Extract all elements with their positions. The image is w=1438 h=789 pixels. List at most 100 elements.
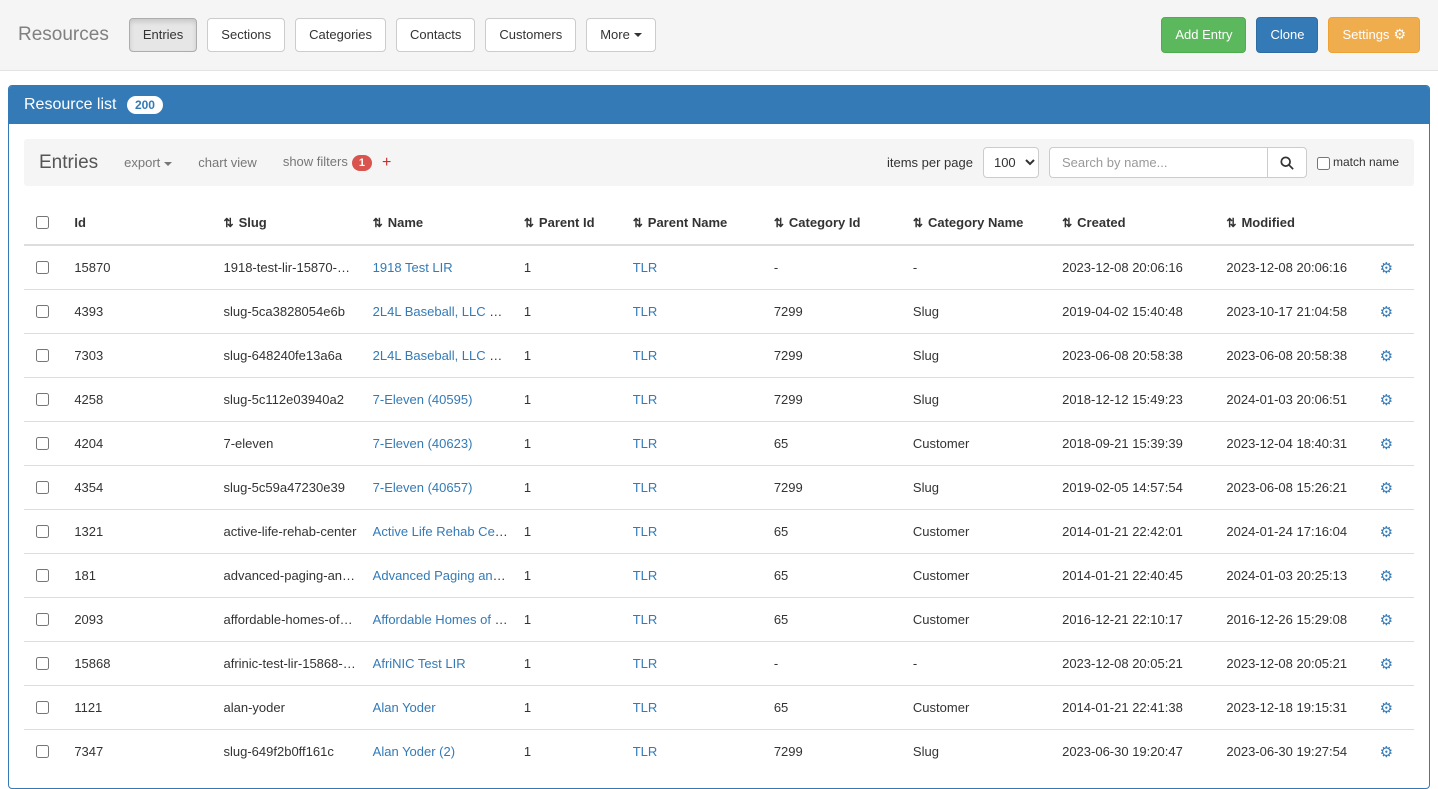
parent-name-link[interactable]: TLR	[633, 436, 658, 451]
column-label: Name	[388, 215, 423, 230]
parent-name-link[interactable]: TLR	[633, 656, 658, 671]
add-entry-button[interactable]: Add Entry	[1161, 17, 1246, 53]
name-link[interactable]: Active Life Rehab Center	[373, 524, 516, 539]
cell-parent-name: TLR	[625, 290, 766, 334]
parent-name-link[interactable]: TLR	[633, 480, 658, 495]
nav-button-entries[interactable]: Entries	[129, 18, 197, 52]
items-per-page-select[interactable]: 100	[983, 147, 1039, 178]
parent-name-link[interactable]: TLR	[633, 700, 658, 715]
name-link[interactable]: 2L4L Baseball, LLC U...	[373, 304, 510, 319]
name-link[interactable]: Affordable Homes of S...	[373, 612, 514, 627]
show-filters-link[interactable]: show filters1	[283, 154, 372, 171]
name-link[interactable]: 7-Eleven (40623)	[373, 436, 473, 451]
cell-slug: slug-5ca3828054e6b	[216, 290, 365, 334]
nav-button-sections[interactable]: Sections	[207, 18, 285, 52]
column-header-category-name[interactable]: ⇅Category Name	[905, 201, 1054, 245]
select-all-checkbox[interactable]	[36, 216, 49, 229]
row-checkbox[interactable]	[36, 305, 49, 318]
row-settings-gear-icon[interactable]: ⚙	[1380, 744, 1393, 761]
name-link[interactable]: Advanced Paging and ...	[373, 568, 515, 583]
row-checkbox[interactable]	[36, 569, 49, 582]
sort-icon[interactable]: ⇅	[774, 216, 784, 230]
cell-slug: afrinic-test-lir-15868-2...	[216, 642, 365, 686]
row-settings-gear-icon[interactable]: ⚙	[1380, 612, 1393, 629]
add-filter-button[interactable]: +	[382, 154, 391, 172]
parent-name-link[interactable]: TLR	[633, 392, 658, 407]
column-header-name[interactable]: ⇅ Name	[365, 201, 516, 245]
row-checkbox[interactable]	[36, 701, 49, 714]
table-row: 15868afrinic-test-lir-15868-2...AfriNIC …	[24, 642, 1414, 686]
column-header-parent-id[interactable]: ⇅Parent Id	[516, 201, 625, 245]
name-link[interactable]: 7-Eleven (40657)	[373, 480, 473, 495]
row-settings-gear-icon[interactable]: ⚙	[1380, 480, 1393, 497]
sort-icon[interactable]: ⇅	[373, 216, 383, 230]
sort-icon[interactable]: ⇅	[913, 216, 923, 230]
export-dropdown[interactable]: export	[124, 155, 172, 170]
row-checkbox[interactable]	[36, 525, 49, 538]
name-link[interactable]: 2L4L Baseball, LLC U...	[373, 348, 510, 363]
row-checkbox[interactable]	[36, 437, 49, 450]
cell-modified: 2023-12-18 19:15:31	[1218, 686, 1371, 730]
column-header-slug[interactable]: ⇅Slug	[216, 201, 365, 245]
nav-button-customers[interactable]: Customers	[485, 18, 576, 52]
sort-icon[interactable]: ⇅	[1226, 216, 1236, 230]
row-checkbox[interactable]	[36, 481, 49, 494]
parent-name-link[interactable]: TLR	[633, 348, 658, 363]
parent-name-link[interactable]: TLR	[633, 260, 658, 275]
row-checkbox[interactable]	[36, 745, 49, 758]
row-settings-gear-icon[interactable]: ⚙	[1380, 392, 1393, 409]
cell-slug: slug-5c112e03940a2	[216, 378, 365, 422]
row-settings-gear-icon[interactable]: ⚙	[1380, 524, 1393, 541]
row-checkbox[interactable]	[36, 657, 49, 670]
row-checkbox[interactable]	[36, 613, 49, 626]
name-link[interactable]: Alan Yoder (2)	[373, 744, 455, 759]
row-checkbox[interactable]	[36, 349, 49, 362]
cell-parent-name: TLR	[625, 642, 766, 686]
nav-button-contacts[interactable]: Contacts	[396, 18, 475, 52]
sort-icon[interactable]: ⇅	[224, 216, 234, 230]
sort-icon[interactable]: ⇅	[1062, 216, 1072, 230]
cell-parent-name: TLR	[625, 686, 766, 730]
sort-icon[interactable]: ⇅	[633, 216, 643, 230]
parent-name-link[interactable]: TLR	[633, 524, 658, 539]
parent-name-link[interactable]: TLR	[633, 568, 658, 583]
search-button[interactable]	[1267, 147, 1307, 178]
search-input[interactable]	[1049, 147, 1267, 178]
column-header-created[interactable]: ⇅Created	[1054, 201, 1218, 245]
settings-button[interactable]: Settings⚙	[1328, 17, 1420, 53]
name-link[interactable]: 7-Eleven (40595)	[373, 392, 473, 407]
page-title: Resources	[18, 24, 109, 46]
row-checkbox[interactable]	[36, 261, 49, 274]
row-settings-gear-icon[interactable]: ⚙	[1380, 700, 1393, 717]
row-settings-gear-icon[interactable]: ⚙	[1380, 656, 1393, 673]
row-settings-gear-icon[interactable]: ⚙	[1380, 260, 1393, 277]
row-settings-gear-icon[interactable]: ⚙	[1380, 568, 1393, 585]
column-header-id: Id	[66, 201, 215, 245]
cell-slug: advanced-paging-and-...	[216, 554, 365, 598]
nav-button-categories[interactable]: Categories	[295, 18, 386, 52]
column-header-modified[interactable]: ⇅Modified	[1218, 201, 1371, 245]
row-checkbox[interactable]	[36, 393, 49, 406]
table-row: 7303slug-648240fe13a6a2L4L Baseball, LLC…	[24, 334, 1414, 378]
parent-name-link[interactable]: TLR	[633, 304, 658, 319]
parent-name-link[interactable]: TLR	[633, 744, 658, 759]
sort-icon[interactable]: ⇅	[524, 216, 534, 230]
row-settings-gear-icon[interactable]: ⚙	[1380, 304, 1393, 321]
parent-name-link[interactable]: TLR	[633, 612, 658, 627]
name-link[interactable]: 1918 Test LIR	[373, 260, 453, 275]
nav-button-more[interactable]: More	[586, 18, 656, 52]
chart-view-link[interactable]: chart view	[198, 155, 257, 170]
name-link[interactable]: Alan Yoder	[373, 700, 436, 715]
cell-slug: slug-648240fe13a6a	[216, 334, 365, 378]
cell-parent-name: TLR	[625, 422, 766, 466]
row-settings-gear-icon[interactable]: ⚙	[1380, 348, 1393, 365]
cell-name: Affordable Homes of S...	[365, 598, 516, 642]
row-settings-gear-icon[interactable]: ⚙	[1380, 436, 1393, 453]
name-link[interactable]: AfriNIC Test LIR	[373, 656, 466, 671]
match-name-checkbox[interactable]	[1317, 157, 1330, 170]
clone-button[interactable]: Clone	[1256, 17, 1318, 53]
cell-parent-id: 1	[516, 554, 625, 598]
cell-parent-id: 1	[516, 334, 625, 378]
column-header-category-id[interactable]: ⇅Category Id	[766, 201, 905, 245]
column-header-parent-name[interactable]: ⇅Parent Name	[625, 201, 766, 245]
